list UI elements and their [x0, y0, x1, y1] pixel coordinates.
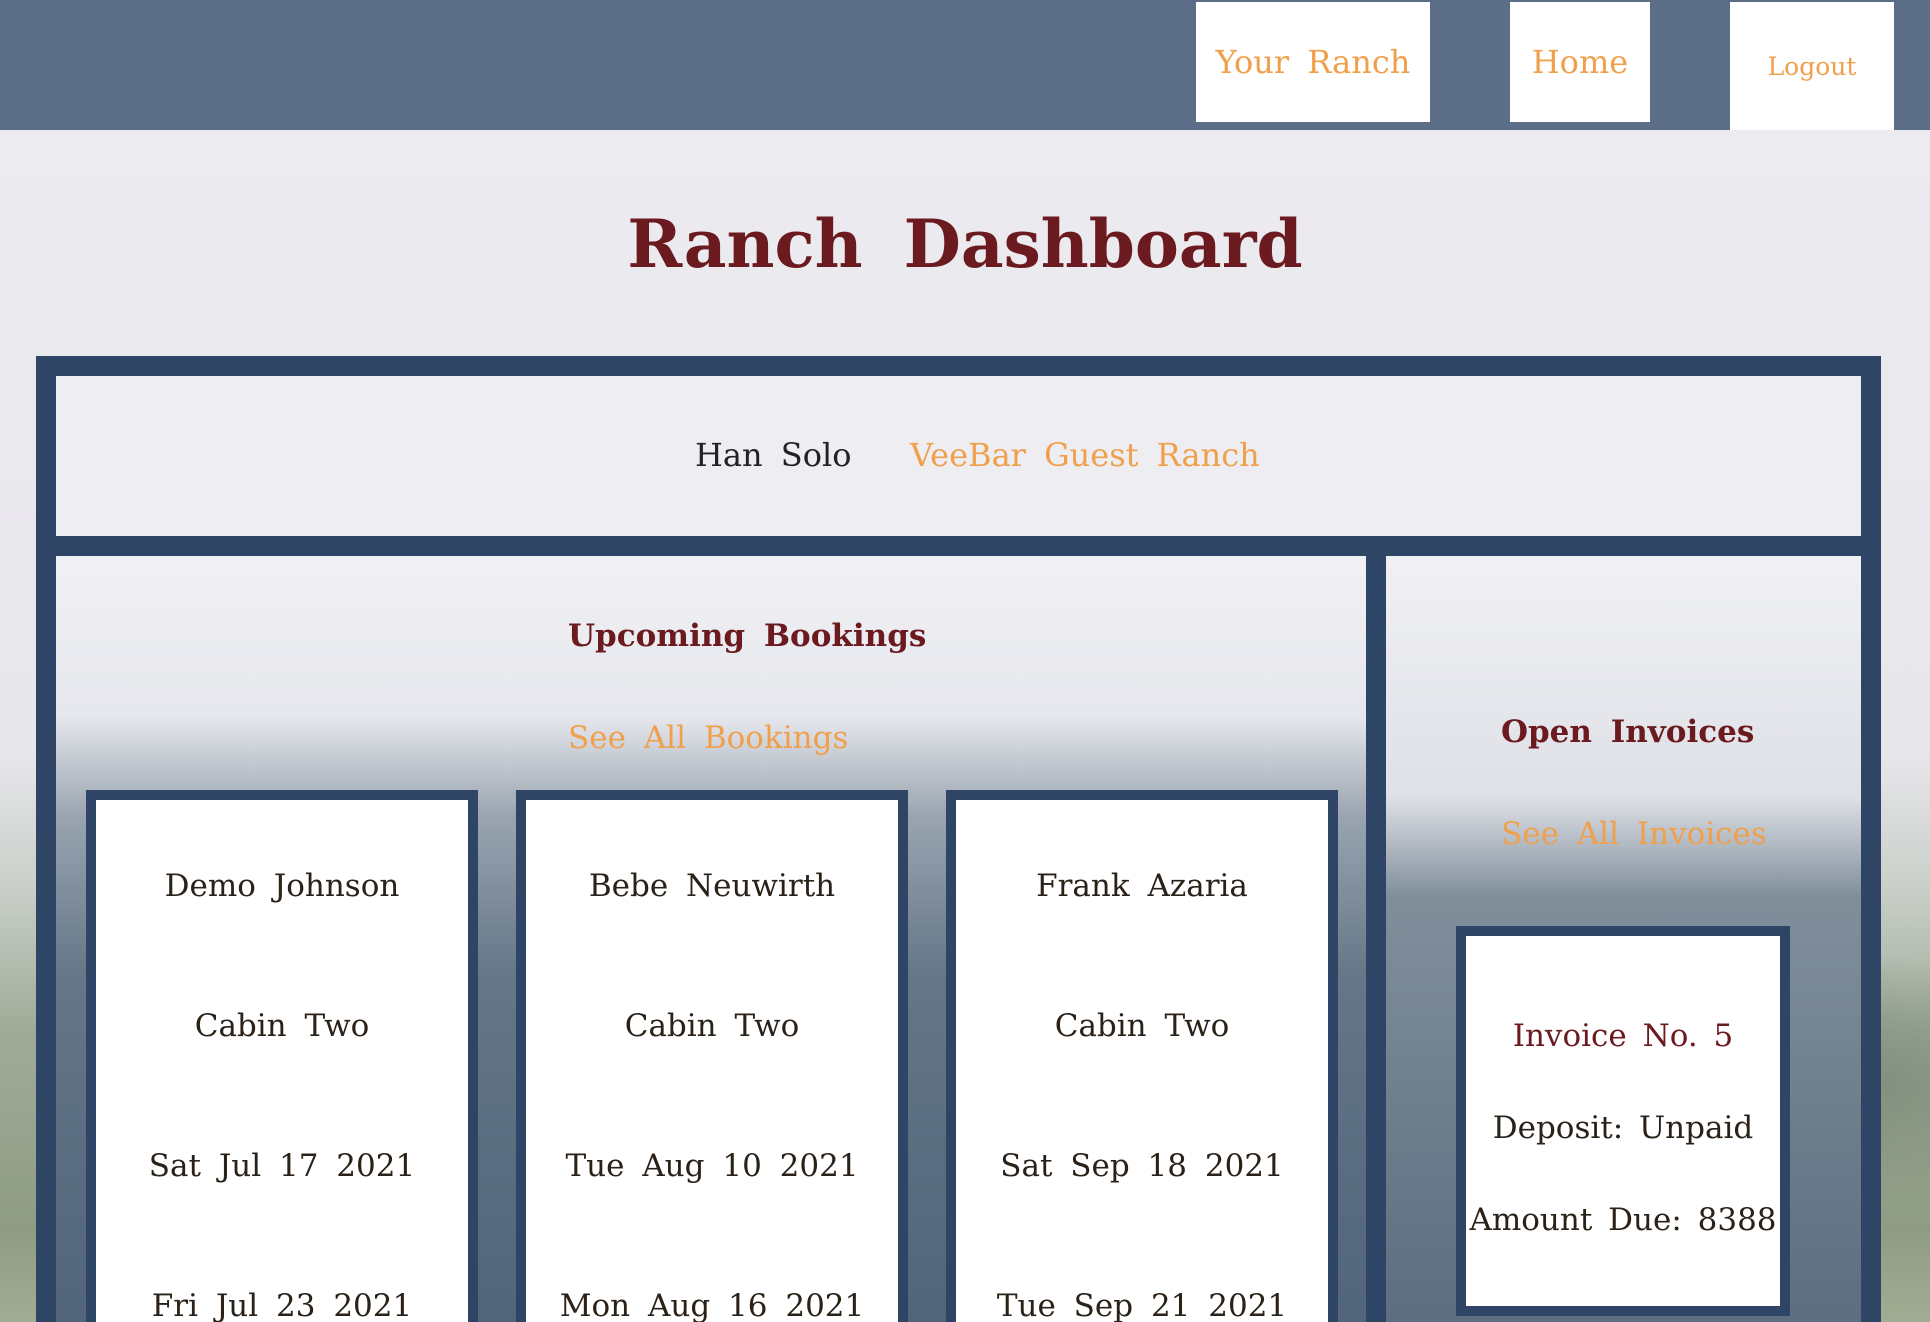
booking-card[interactable]: Bebe Neuwirth Cabin Two Tue Aug 10 2021 …: [516, 790, 908, 1322]
booking-end-date: Fri Jul 23 2021: [151, 1288, 413, 1322]
user-name: Han Solo: [695, 436, 852, 474]
nav-your-ranch-link[interactable]: Your Ranch: [1196, 2, 1430, 122]
booking-cabin: Cabin Two: [624, 1008, 800, 1044]
page-title: Ranch Dashboard: [627, 205, 1303, 283]
see-all-invoices-link[interactable]: See All Invoices: [1501, 816, 1767, 852]
invoice-deposit-status: Deposit: Unpaid: [1492, 1110, 1754, 1146]
invoice-card-body: Invoice No. 5 Deposit: Unpaid Amount Due…: [1466, 936, 1780, 1306]
open-invoices-heading: Open Invoices: [1501, 714, 1755, 750]
invoice-card[interactable]: Invoice No. 5 Deposit: Unpaid Amount Due…: [1456, 926, 1790, 1316]
booking-end-date: Mon Aug 16 2021: [559, 1288, 865, 1322]
booking-card[interactable]: Frank Azaria Cabin Two Sat Sep 18 2021 T…: [946, 790, 1338, 1322]
booking-card[interactable]: Demo Johnson Cabin Two Sat Jul 17 2021 F…: [86, 790, 478, 1322]
booking-start-date: Sat Sep 18 2021: [1000, 1148, 1284, 1184]
nav-home-link[interactable]: Home: [1510, 2, 1650, 122]
booking-cabin: Cabin Two: [194, 1008, 370, 1044]
booking-guest-name: Demo Johnson: [164, 868, 400, 904]
booking-guest-name: Bebe Neuwirth: [588, 868, 836, 904]
top-navbar: Your Ranch Home Logout: [0, 0, 1930, 130]
invoice-amount-due: Amount Due: 8388: [1469, 1202, 1777, 1238]
booking-guest-name: Frank Azaria: [1036, 868, 1248, 904]
see-all-bookings-link[interactable]: See All Bookings: [568, 720, 848, 756]
ranch-name-link[interactable]: VeeBar Guest Ranch: [910, 436, 1260, 474]
booking-end-date: Tue Sep 21 2021: [996, 1288, 1288, 1322]
booking-start-date: Tue Aug 10 2021: [565, 1148, 859, 1184]
booking-card-body: Demo Johnson Cabin Two Sat Jul 17 2021 F…: [96, 800, 468, 1322]
upcoming-bookings-heading: Upcoming Bookings: [568, 618, 927, 654]
nav-logout-link[interactable]: Logout: [1730, 2, 1894, 130]
booking-cabin: Cabin Two: [1054, 1008, 1230, 1044]
booking-card-body: Frank Azaria Cabin Two Sat Sep 18 2021 T…: [956, 800, 1328, 1322]
invoice-number: Invoice No. 5: [1512, 1018, 1734, 1054]
booking-start-date: Sat Jul 17 2021: [148, 1148, 416, 1184]
booking-card-body: Bebe Neuwirth Cabin Two Tue Aug 10 2021 …: [526, 800, 898, 1322]
